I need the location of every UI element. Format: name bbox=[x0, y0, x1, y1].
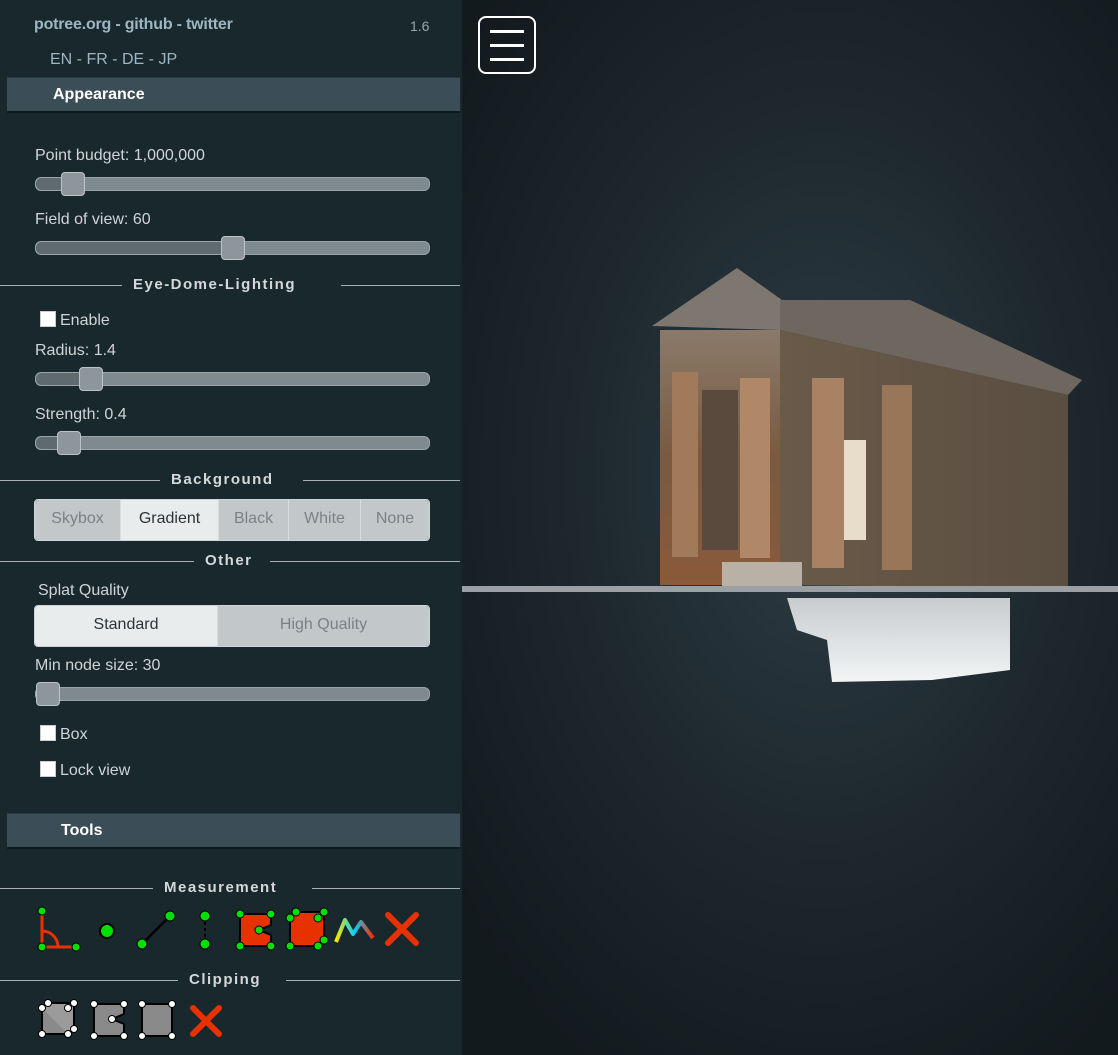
checkbox-box[interactable] bbox=[40, 761, 56, 777]
slider-thumb[interactable] bbox=[36, 682, 60, 706]
tools-header[interactable]: Tools bbox=[7, 813, 460, 849]
temple-point-cloud bbox=[462, 268, 1118, 682]
remove-measurements-icon[interactable] bbox=[383, 910, 421, 948]
clipping-section-title: Clipping bbox=[189, 971, 261, 988]
splat-quality-options: Standard High Quality bbox=[34, 605, 430, 647]
edl-enable-checkbox[interactable]: Enable bbox=[40, 311, 110, 330]
checkbox-label: Lock view bbox=[60, 762, 131, 779]
angle-icon[interactable] bbox=[32, 905, 84, 953]
point-budget-slider[interactable] bbox=[35, 172, 430, 196]
min-node-size-slider[interactable] bbox=[35, 682, 430, 706]
background-black-button[interactable]: Black bbox=[219, 500, 289, 540]
slider-thumb[interactable] bbox=[220, 236, 245, 260]
slider-thumb[interactable] bbox=[61, 172, 86, 196]
fov-slider[interactable] bbox=[35, 236, 430, 260]
splat-quality-label: Splat Quality bbox=[38, 582, 129, 599]
background-divider: Background bbox=[0, 470, 460, 490]
slider-fill bbox=[36, 242, 233, 254]
checkbox-label: Enable bbox=[60, 312, 110, 329]
fov-label: Field of view: 60 bbox=[35, 211, 151, 228]
clip-volume-icon[interactable] bbox=[36, 998, 80, 1042]
distance-icon[interactable] bbox=[132, 908, 180, 952]
tools-title: Tools bbox=[61, 822, 103, 839]
box-checkbox[interactable]: Box bbox=[40, 725, 88, 744]
splat-standard-button[interactable]: Standard bbox=[35, 606, 218, 646]
point-icon[interactable] bbox=[94, 918, 120, 944]
other-divider: Other bbox=[0, 551, 460, 571]
clip-polygon-icon[interactable] bbox=[88, 998, 132, 1042]
clip-screen-box-icon[interactable] bbox=[136, 998, 180, 1042]
min-node-size-label: Min node size: 30 bbox=[35, 657, 161, 674]
appearance-title: Appearance bbox=[53, 86, 145, 103]
slider-thumb[interactable] bbox=[79, 367, 104, 391]
background-section-title: Background bbox=[171, 471, 274, 488]
version-label: 1.6 bbox=[410, 18, 430, 34]
header-links[interactable]: potree.org - github - twitter bbox=[34, 16, 233, 34]
edl-radius-label: Radius: 1.4 bbox=[35, 342, 116, 359]
edl-strength-slider[interactable] bbox=[35, 431, 430, 455]
profile-icon[interactable] bbox=[333, 912, 377, 950]
point-cloud-viewport[interactable] bbox=[462, 0, 1118, 1055]
area-icon[interactable] bbox=[233, 907, 279, 953]
edl-divider: Eye-Dome-Lighting bbox=[0, 275, 460, 295]
point-budget-label: Point budget: 1,000,000 bbox=[35, 147, 205, 164]
checkbox-label: Box bbox=[60, 726, 88, 743]
background-gradient-button[interactable]: Gradient bbox=[121, 500, 219, 540]
slider-thumb[interactable] bbox=[57, 431, 82, 455]
measurement-section-title: Measurement bbox=[164, 879, 278, 896]
volume-icon[interactable] bbox=[282, 906, 330, 954]
edl-section-title: Eye-Dome-Lighting bbox=[133, 276, 296, 293]
edl-radius-slider[interactable] bbox=[35, 367, 430, 391]
background-white-button[interactable]: White bbox=[289, 500, 361, 540]
remove-clipping-icon[interactable] bbox=[188, 1003, 224, 1039]
edl-strength-label: Strength: 0.4 bbox=[35, 406, 127, 423]
sidebar: potree.org - github - twitter 1.6 EN - F… bbox=[0, 0, 462, 1055]
lock-view-checkbox[interactable]: Lock view bbox=[40, 761, 130, 780]
clipping-divider: Clipping bbox=[0, 970, 460, 990]
measurement-divider: Measurement bbox=[0, 878, 460, 898]
checkbox-box[interactable] bbox=[40, 311, 56, 327]
splat-high-quality-button[interactable]: High Quality bbox=[218, 606, 429, 646]
other-section-title: Other bbox=[205, 552, 253, 569]
checkbox-box[interactable] bbox=[40, 725, 56, 741]
background-options: Skybox Gradient Black White None bbox=[34, 499, 430, 541]
background-skybox-button[interactable]: Skybox bbox=[35, 500, 121, 540]
language-links[interactable]: EN - FR - DE - JP bbox=[50, 51, 177, 69]
height-icon[interactable] bbox=[190, 908, 220, 952]
background-none-button[interactable]: None bbox=[361, 500, 429, 540]
appearance-header[interactable]: Appearance bbox=[7, 77, 460, 113]
